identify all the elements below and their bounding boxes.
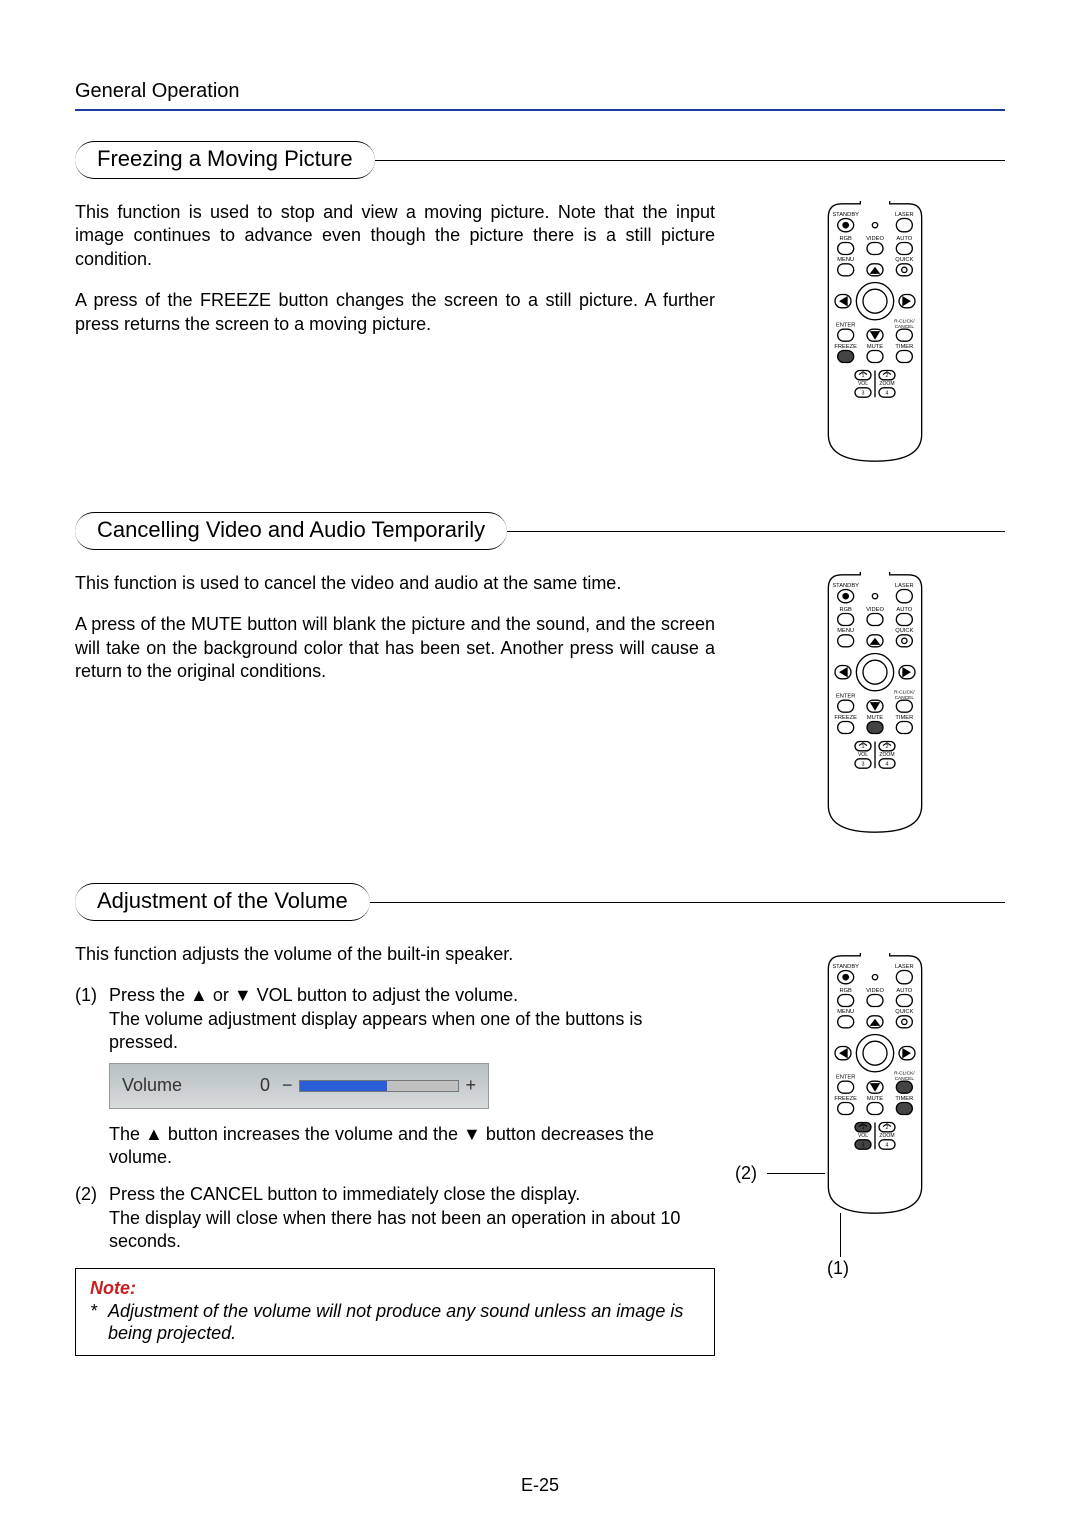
svg-text:ZOOM: ZOOM	[879, 381, 894, 387]
remote-illustration-2: STANDBY LASER RGB VIDEO AUTO MENU QUICK …	[745, 572, 1005, 839]
svg-text:3: 3	[862, 1143, 865, 1149]
svg-text:ZOOM: ZOOM	[879, 1133, 894, 1139]
svg-text:STANDBY: STANDBY	[832, 964, 859, 970]
section-3-intro: This function adjusts the volume of the …	[75, 943, 715, 966]
volume-display: Volume 0 − +	[109, 1063, 489, 1109]
svg-text:TIMER: TIMER	[895, 344, 913, 350]
svg-text:2: 2	[886, 373, 889, 379]
svg-text:ENTER: ENTER	[836, 694, 855, 700]
svg-text:TIMER: TIMER	[895, 715, 913, 721]
volume-minus: −	[282, 1074, 293, 1097]
svg-text:4: 4	[886, 762, 889, 768]
svg-text:RGB: RGB	[839, 236, 852, 242]
svg-text:ENTER: ENTER	[836, 323, 855, 329]
volume-label: Volume	[122, 1074, 222, 1097]
section-2-p2: A press of the MUTE button will blank th…	[75, 613, 715, 683]
svg-text:1: 1	[862, 744, 865, 750]
svg-text:RGB: RGB	[839, 607, 852, 613]
svg-text:VOL: VOL	[858, 752, 868, 758]
svg-text:1: 1	[862, 1125, 865, 1131]
callout-1-label: (1)	[827, 1258, 849, 1279]
step-1b-text: The ▲ button increases the volume and th…	[109, 1123, 715, 1170]
svg-text:2: 2	[886, 1125, 889, 1131]
note-title: Note:	[90, 1277, 700, 1300]
svg-text:STANDBY: STANDBY	[832, 212, 859, 218]
svg-text:4: 4	[886, 391, 889, 397]
svg-text:CANCEL: CANCEL	[895, 324, 915, 330]
volume-plus: +	[465, 1074, 476, 1097]
callout-1-line	[840, 1213, 841, 1257]
section-3-heading: Adjustment of the Volume	[75, 883, 1005, 921]
svg-text:MUTE: MUTE	[867, 715, 883, 721]
section-3-body: This function adjusts the volume of the …	[75, 943, 1005, 1356]
volume-bar-track	[299, 1080, 460, 1092]
svg-text:ZOOM: ZOOM	[879, 752, 894, 758]
step-2-text: Press the CANCEL button to immediately c…	[109, 1183, 715, 1253]
svg-text:MUTE: MUTE	[867, 344, 883, 350]
remote-illustration-3: STANDBY LASER RGB VIDEO AUTO MENU QUICK …	[745, 953, 1005, 1220]
svg-text:STANDBY: STANDBY	[832, 583, 859, 589]
section-3-title: Adjustment of the Volume	[75, 883, 370, 921]
svg-text:3: 3	[862, 762, 865, 768]
page-header: General Operation	[75, 80, 1005, 111]
svg-text:1: 1	[862, 373, 865, 379]
svg-text:MENU: MENU	[837, 628, 854, 634]
header-rule	[75, 109, 1005, 111]
svg-text:VOL: VOL	[858, 1133, 868, 1139]
svg-text:AUTO: AUTO	[896, 236, 912, 242]
volume-value: 0	[222, 1074, 282, 1097]
section-1-body: This function is used to stop and view a…	[75, 201, 1005, 468]
step-1-num: (1)	[75, 984, 109, 1169]
svg-text:AUTO: AUTO	[896, 607, 912, 613]
step-2-num: (2)	[75, 1183, 109, 1253]
header-label: General Operation	[75, 80, 1005, 103]
svg-text:CANCEL: CANCEL	[895, 695, 915, 701]
note-body: Adjustment of the volume will not produc…	[108, 1300, 700, 1345]
section-1-heading: Freezing a Moving Picture	[75, 141, 1005, 179]
section-2-body: This function is used to cancel the vide…	[75, 572, 1005, 839]
svg-text:QUICK: QUICK	[895, 257, 913, 263]
section-1-title: Freezing a Moving Picture	[75, 141, 375, 179]
svg-text:LASER: LASER	[895, 212, 914, 218]
section-2-title: Cancelling Video and Audio Temporarily	[75, 512, 507, 550]
svg-text:FREEZE: FREEZE	[834, 1096, 857, 1102]
svg-text:MUTE: MUTE	[867, 1096, 883, 1102]
svg-text:R-CLICK/: R-CLICK/	[894, 319, 915, 325]
svg-text:3: 3	[862, 391, 865, 397]
svg-text:VIDEO: VIDEO	[866, 988, 884, 994]
svg-text:FREEZE: FREEZE	[834, 344, 857, 350]
svg-text:TIMER: TIMER	[895, 1096, 913, 1102]
remote-illustration-1: STANDBY LASER RGB VIDEO AUTO MENU QUICK …	[745, 201, 1005, 468]
svg-text:R-CLICK/: R-CLICK/	[894, 1071, 915, 1077]
svg-text:CANCEL: CANCEL	[895, 1076, 915, 1082]
svg-text:FREEZE: FREEZE	[834, 715, 857, 721]
svg-text:4: 4	[886, 1143, 889, 1149]
svg-text:LASER: LASER	[895, 583, 914, 589]
section-1-p1: This function is used to stop and view a…	[75, 201, 715, 271]
section-2-heading: Cancelling Video and Audio Temporarily	[75, 512, 1005, 550]
section-1-p2: A press of the FREEZE button changes the…	[75, 289, 715, 336]
svg-text:ENTER: ENTER	[836, 1075, 855, 1081]
section-2-p1: This function is used to cancel the vide…	[75, 572, 715, 595]
svg-text:QUICK: QUICK	[895, 628, 913, 634]
svg-text:2: 2	[886, 744, 889, 750]
svg-text:LASER: LASER	[895, 964, 914, 970]
svg-text:VIDEO: VIDEO	[866, 236, 884, 242]
svg-text:RGB: RGB	[839, 988, 852, 994]
svg-text:R-CLICK/: R-CLICK/	[894, 690, 915, 696]
step-1-text: Press the ▲ or ▼ VOL button to adjust th…	[109, 984, 715, 1054]
svg-text:QUICK: QUICK	[895, 1009, 913, 1015]
svg-text:MENU: MENU	[837, 257, 854, 263]
svg-text:VOL: VOL	[858, 381, 868, 387]
callout-2-label: (2)	[735, 1163, 757, 1184]
svg-text:AUTO: AUTO	[896, 988, 912, 994]
callout-2-line	[767, 1173, 825, 1174]
note-star: *	[90, 1300, 108, 1345]
note-box: Note: * Adjustment of the volume will no…	[75, 1268, 715, 1356]
page-number: E-25	[0, 1475, 1080, 1496]
svg-text:MENU: MENU	[837, 1009, 854, 1015]
svg-text:VIDEO: VIDEO	[866, 607, 884, 613]
